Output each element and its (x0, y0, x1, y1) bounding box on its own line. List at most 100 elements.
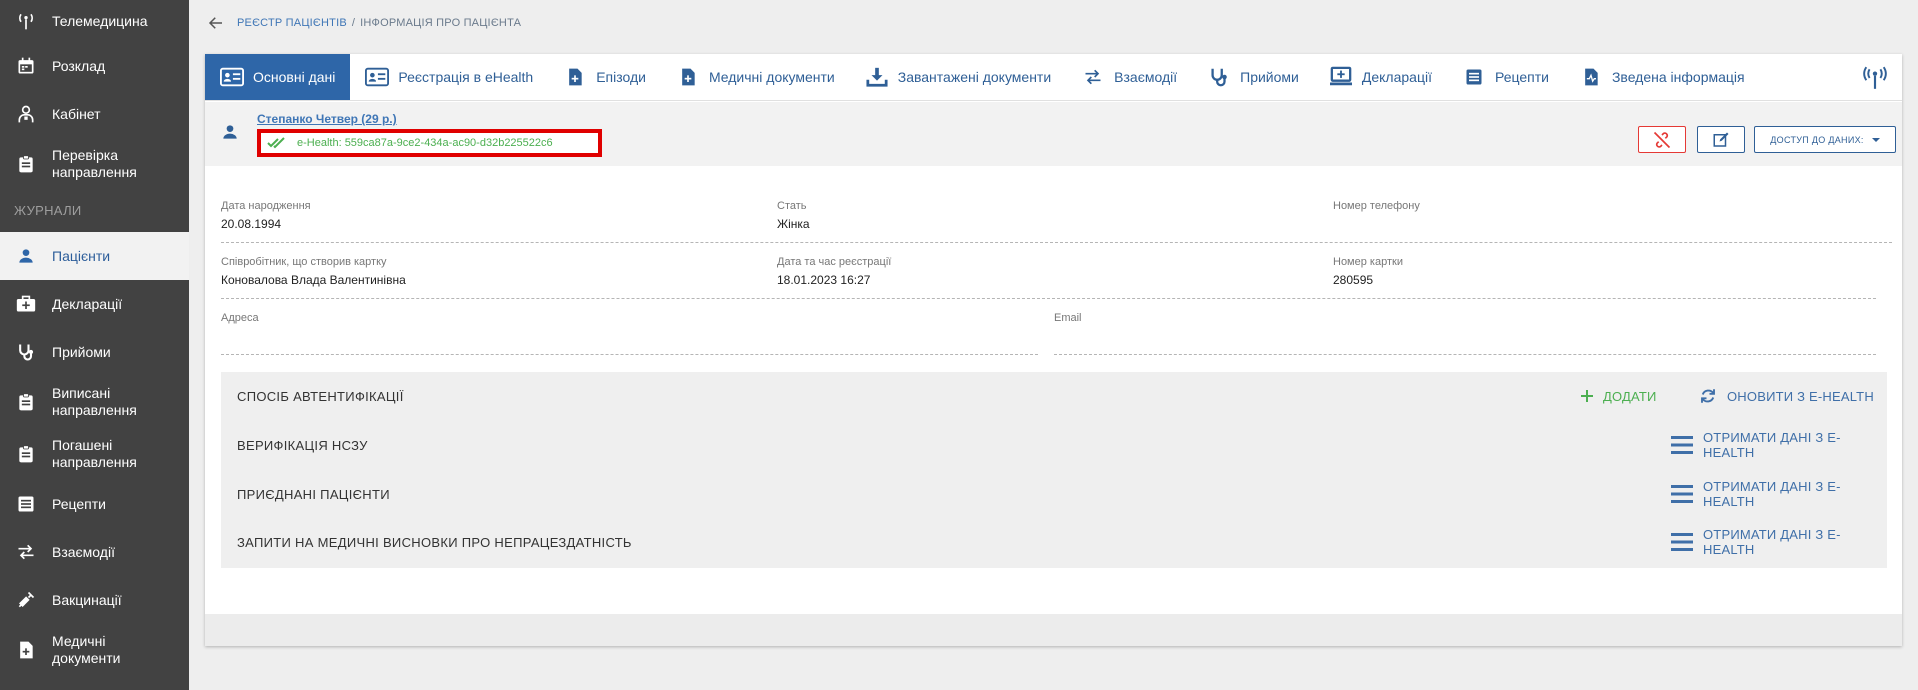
creator-label: Співробітник, що створив картку (221, 256, 406, 268)
document-plus-icon (14, 638, 38, 662)
creator-value: Коновалова Влада Валентинівна (221, 273, 406, 287)
data-access-dropdown[interactable]: ДОСТУП ДО ДАНИХ: (1754, 126, 1896, 153)
antenna-icon (14, 9, 38, 33)
divider (221, 242, 1892, 243)
sidebar-item-issued-referrals[interactable]: Виписані направлення (0, 376, 189, 428)
arrow-left-icon[interactable] (205, 12, 227, 34)
sidebar-section-journals: ЖУРНАЛИ (0, 190, 189, 232)
card-number-field: Номер картки 280595 (1333, 256, 1403, 287)
list-icon (14, 492, 38, 516)
clipboard-icon (14, 390, 38, 414)
clipboard-icon (14, 442, 38, 466)
chevron-down-icon (1872, 138, 1880, 142)
tab-uploaded-documents[interactable]: Завантажені документи (850, 54, 1066, 100)
divider (1054, 354, 1876, 355)
registration-datetime-label: Дата та час реєстрації (777, 256, 891, 268)
tab-ehealth-registration[interactable]: Реєстрація в eHealth (350, 54, 548, 100)
sidebar-item-label: Перевірка направлення (52, 147, 152, 181)
plus-icon (1581, 390, 1593, 402)
creator-field: Співробітник, що створив картку Коновало… (221, 256, 406, 287)
data-access-label: ДОСТУП ДО ДАНИХ: (1770, 135, 1863, 145)
sidebar-item-label: Кабінет (52, 106, 101, 123)
tab-label: Епізоди (596, 69, 646, 85)
sidebar-item-label: Рецепти (52, 496, 106, 513)
linked-patients-title: ПРИЄДНАНІ ПАЦІЄНТИ (237, 487, 390, 502)
email-field: Email (1054, 312, 1082, 329)
get-data-label: ОТРИМАТИ ДАНІ З E-HEALTH (1703, 479, 1887, 509)
add-auth-label: ДОДАТИ (1603, 389, 1657, 404)
tab-interactions[interactable]: Взаємодії (1066, 54, 1192, 100)
signal-icon[interactable] (1862, 65, 1888, 91)
breadcrumb-separator: / (352, 17, 355, 29)
get-nszu-data-button[interactable]: ОТРИМАТИ ДАНІ З E-HEALTH (1671, 430, 1887, 460)
patient-name-link[interactable]: Степанко Четвер (29 р.) (257, 112, 397, 126)
monitor-plus-icon (1329, 65, 1353, 89)
sidebar-item-schedule[interactable]: Розклад (0, 42, 189, 90)
breadcrumb-current: ІНФОРМАЦІЯ ПРО ПАЦІЄНТА (360, 17, 521, 29)
unlink-button[interactable] (1638, 126, 1686, 153)
menu-icon (1671, 485, 1693, 503)
sidebar-item-prescriptions[interactable]: Рецепти (0, 480, 189, 528)
divider (221, 298, 1876, 299)
double-check-icon (267, 137, 287, 149)
sidebar-item-referral-check[interactable]: Перевірка направлення (0, 138, 189, 190)
get-sick-leave-data-button[interactable]: ОТРИМАТИ ДАНІ З E-HEALTH (1671, 527, 1887, 557)
birth-date-label: Дата народження (221, 200, 311, 212)
sidebar-item-label: Декларації (52, 296, 122, 313)
sex-value: Жінка (777, 217, 810, 231)
ehealth-sections-panel: СПОСІБ АВТЕНТИФІКАЦІЇ ДОДАТИ ОНОВИТИ З E… (221, 372, 1887, 568)
sidebar-item-medical-documents[interactable]: Медичні документи (0, 624, 189, 676)
address-label: Адреса (221, 312, 259, 324)
email-label: Email (1054, 312, 1082, 324)
tab-label: Прийоми (1240, 69, 1299, 85)
download-icon (865, 65, 889, 89)
tab-label: Основні дані (253, 69, 335, 85)
list-icon (1462, 65, 1486, 89)
registration-datetime-field: Дата та час реєстрації 18.01.2023 16:27 (777, 256, 891, 287)
sidebar-item-telemedicine[interactable]: Телемедицина (0, 0, 189, 42)
tab-prescriptions[interactable]: Рецепти (1447, 54, 1564, 100)
syringe-icon (14, 588, 38, 612)
tab-appointments[interactable]: Прийоми (1192, 54, 1314, 100)
card-footer (205, 614, 1902, 646)
sidebar-item-cabinet[interactable]: Кабінет (0, 90, 189, 138)
stethoscope-icon (1207, 65, 1231, 89)
birth-date-value: 20.08.1994 (221, 217, 311, 231)
tab-label: Зведена інформація (1612, 69, 1745, 85)
tab-label: Завантажені документи (898, 69, 1051, 85)
registration-datetime-value: 18.01.2023 16:27 (777, 273, 891, 287)
add-auth-button[interactable]: ДОДАТИ (1581, 389, 1657, 404)
tab-episodes[interactable]: Епізоди (548, 54, 661, 100)
sidebar-item-patients[interactable]: Пацієнти (0, 232, 189, 280)
tab-summary[interactable]: Зведена інформація (1564, 54, 1760, 100)
sidebar-item-interactions[interactable]: Взаємодії (0, 528, 189, 576)
sidebar-item-redeemed-referrals[interactable]: Погашені направлення (0, 428, 189, 480)
sidebar-item-declarations[interactable]: Декларації (0, 280, 189, 328)
tab-bar: Основні дані Реєстрація в eHealth Епізод… (205, 54, 1902, 101)
sick-leave-requests-row: ЗАПИТИ НА МЕДИЧНІ ВИСНОВКИ ПРО НЕПРАЦЕЗД… (221, 518, 1887, 566)
sidebar-item-appointments[interactable]: Прийоми (0, 328, 189, 376)
auth-method-title: СПОСІБ АВТЕНТИФІКАЦІЇ (237, 389, 404, 404)
refresh-from-ehealth-button[interactable]: ОНОВИТИ З E-HEALTH (1699, 387, 1874, 405)
breadcrumb-patient-registry[interactable]: РЕЄСТР ПАЦІЄНТІВ (237, 17, 347, 29)
card-number-label: Номер картки (1333, 256, 1403, 268)
tab-label: Медичні документи (709, 69, 835, 85)
calendar-icon (14, 54, 38, 78)
sidebar-item-label: Прийоми (52, 344, 111, 361)
phone-label: Номер телефону (1333, 200, 1420, 212)
divider (221, 354, 1038, 355)
get-linked-patients-button[interactable]: ОТРИМАТИ ДАНІ З E-HEALTH (1671, 479, 1887, 509)
breadcrumb: РЕЄСТР ПАЦІЄНТІВ / ІНФОРМАЦІЯ ПРО ПАЦІЄН… (205, 12, 521, 34)
sidebar-item-vaccinations[interactable]: Вакцинації (0, 576, 189, 624)
id-card-icon (365, 65, 389, 89)
tab-basic-data[interactable]: Основні дані (205, 54, 350, 100)
sidebar: Телемедицина Розклад Кабінет Перевірка н… (0, 0, 189, 690)
tab-medical-documents[interactable]: Медичні документи (661, 54, 850, 100)
sidebar-item-label: Медичні документи (52, 633, 142, 667)
sidebar-item-label: Пацієнти (52, 248, 110, 265)
edit-button[interactable] (1697, 126, 1745, 153)
tab-declarations[interactable]: Декларації (1314, 54, 1447, 100)
address-field: Адреса (221, 312, 259, 329)
sidebar-item-label: Телемедицина (52, 13, 148, 30)
sex-field: Стать Жінка (777, 200, 810, 231)
